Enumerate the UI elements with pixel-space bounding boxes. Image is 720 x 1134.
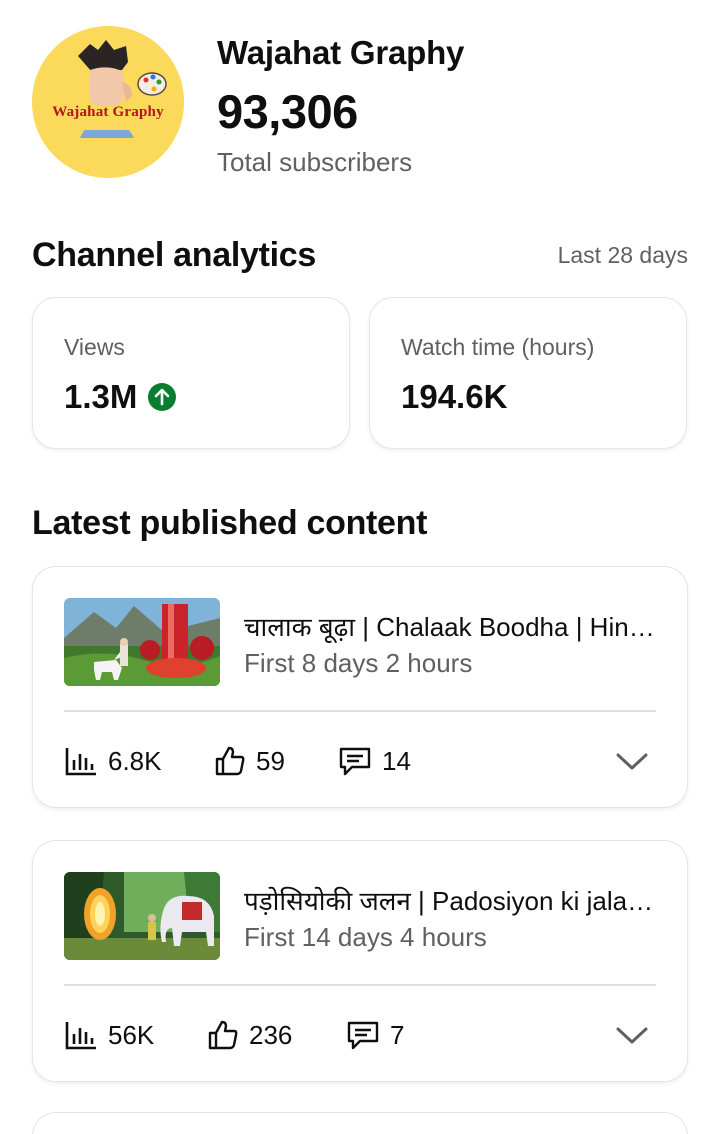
latest-content-title: Latest published content	[32, 504, 428, 542]
chevron-down-icon[interactable]	[615, 1021, 649, 1049]
video-age: First 14 days 4 hours	[244, 922, 487, 952]
video-thumbnail[interactable]	[64, 598, 220, 686]
views-metric: 6.8K	[64, 746, 214, 777]
channel-avatar[interactable]: Wajahat Graphy	[32, 26, 184, 178]
comments-count: 14	[382, 745, 411, 776]
channel-name: Wajahat Graphy	[217, 34, 465, 71]
views-value: 1.3M	[64, 378, 138, 415]
likes-count: 236	[249, 1019, 293, 1050]
metrics-row: 6.8K 59 14	[64, 743, 411, 779]
content-card-partial[interactable]	[32, 1112, 688, 1134]
comments-metric: 14	[338, 745, 411, 777]
content-card[interactable]: पड़ोसियोकी जलन | Padosiyon ki jalan | Hi…	[32, 840, 688, 1082]
video-age: First 8 days 2 hours	[244, 648, 473, 678]
thumbs-up-icon	[208, 1020, 238, 1050]
watch-time-value: 194.6K	[401, 378, 508, 415]
bar-chart-icon	[65, 748, 96, 776]
arrow-up-circle-icon	[148, 383, 177, 411]
avatar-artwork	[32, 26, 184, 178]
analytics-title: Channel analytics	[32, 236, 316, 274]
waterfall-unicorn-thumbnail	[64, 598, 220, 686]
analytics-range[interactable]: Last 28 days	[558, 242, 688, 269]
thumbs-up-icon	[215, 746, 245, 776]
watch-time-card[interactable]: Watch time (hours) 194.6K	[369, 297, 687, 449]
views-count: 56K	[108, 1019, 155, 1050]
views-value-row: 1.3M	[64, 378, 177, 416]
comments-metric: 7	[346, 1019, 404, 1051]
video-title[interactable]: चालाक बूढ़ा | Chalaak Boodha | Hindi Kah…	[244, 608, 664, 644]
comment-icon	[339, 747, 371, 776]
watch-time-label: Watch time (hours)	[401, 334, 595, 360]
bar-chart-icon	[65, 1022, 96, 1050]
views-count: 6.8K	[108, 745, 162, 776]
subscriber-count: 93,306	[217, 85, 358, 138]
comment-icon	[347, 1021, 379, 1050]
likes-metric: 236	[207, 1019, 346, 1051]
divider	[64, 710, 656, 712]
likes-metric: 59	[214, 745, 338, 777]
portal-elephant-thumbnail	[64, 872, 220, 960]
likes-count: 59	[256, 745, 285, 776]
subscriber-label: Total subscribers	[217, 147, 413, 177]
content-card[interactable]: चालाक बूढ़ा | Chalaak Boodha | Hindi Kah…	[32, 566, 688, 808]
avatar-logo-text: Wajahat Graphy	[52, 104, 164, 120]
views-card[interactable]: Views 1.3M	[32, 297, 350, 449]
views-metric: 56K	[64, 1020, 207, 1051]
chevron-down-icon[interactable]	[615, 747, 649, 775]
video-title[interactable]: पड़ोसियोकी जलन | Padosiyon ki jalan | Hi…	[244, 882, 664, 918]
divider	[64, 984, 656, 986]
video-thumbnail[interactable]	[64, 872, 220, 960]
channel-header: Wajahat Graphy Wajahat Graphy 93,306 Tot…	[32, 26, 692, 178]
metrics-row: 56K 236 7	[64, 1017, 404, 1053]
views-label: Views	[64, 334, 125, 360]
comments-count: 7	[390, 1019, 405, 1050]
